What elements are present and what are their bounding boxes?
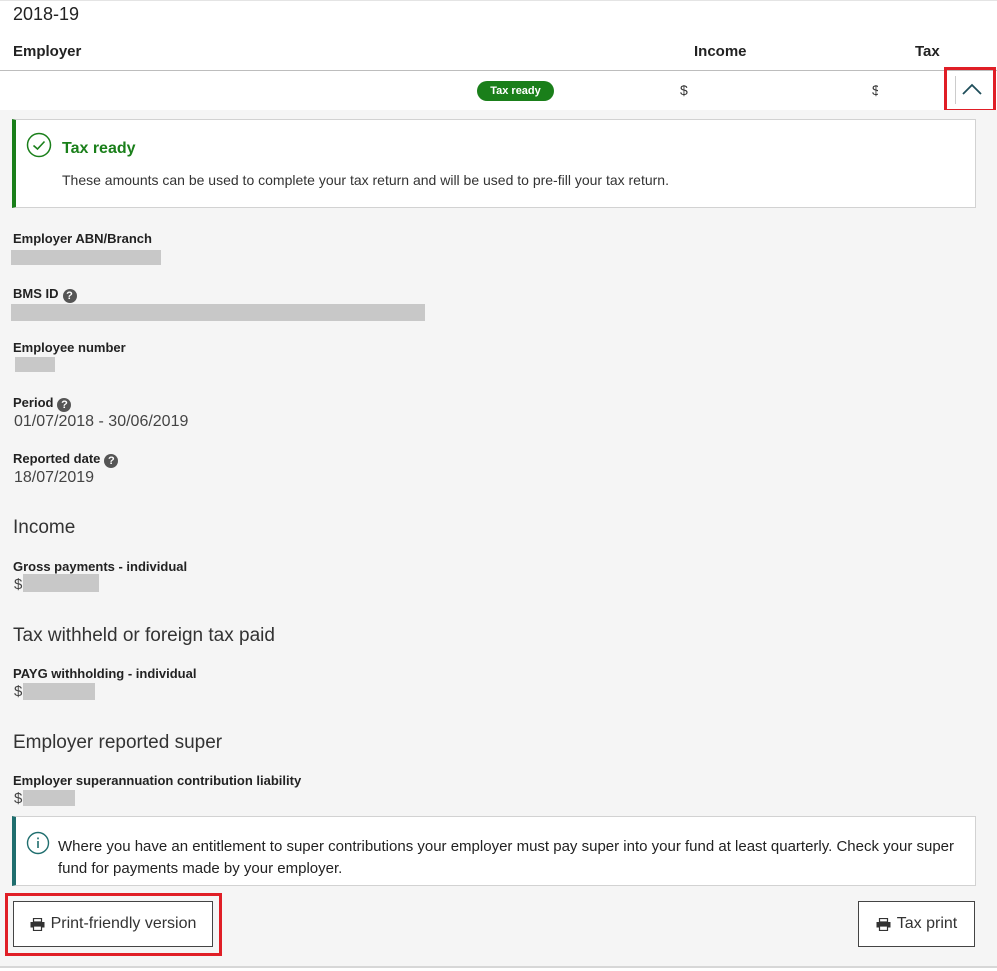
collapse-toggle-button[interactable] [955, 76, 985, 104]
employer-super-heading: Employer reported super [13, 732, 223, 753]
super-liability-value: $ [14, 790, 23, 807]
super-info-alert: Where you have an entitlement to super c… [12, 816, 976, 886]
gross-payments-redacted [23, 574, 99, 592]
employee-number-redacted [15, 357, 55, 372]
bms-id-label: BMS ID? [13, 286, 77, 303]
payg-withholding-value: $ [14, 683, 23, 700]
print-friendly-label: Print-friendly version [50, 915, 197, 932]
bms-id-redacted [11, 304, 425, 321]
status-badge: Tax ready [477, 81, 554, 101]
gross-payments-label: Gross payments - individual [13, 559, 188, 574]
toggle-highlight [944, 67, 996, 112]
tax-withheld-heading: Tax withheld or foreign tax paid [13, 625, 275, 646]
financial-year-title: 2018-19 [13, 4, 80, 24]
alert-title: Tax ready [62, 140, 136, 157]
alert-text: These amounts can be used to complete yo… [62, 172, 669, 188]
column-header-income: Income [694, 43, 747, 60]
printer-icon [30, 917, 45, 931]
question-icon[interactable]: ? [104, 454, 119, 468]
printer-icon [876, 917, 891, 931]
column-header-tax: Tax [915, 43, 940, 60]
reported-date-label: Reported date? [13, 451, 119, 468]
tax-ready-alert: Tax ready These amounts can be used to c… [12, 119, 976, 208]
tax-print-button[interactable]: Tax print [858, 901, 975, 947]
payg-withholding-redacted [23, 683, 95, 700]
info-alert-text: Where you have an entitlement to super c… [58, 838, 955, 877]
chevron-up-icon [962, 83, 982, 95]
top-divider [0, 0, 997, 1]
payg-withholding-label: PAYG withholding - individual [13, 666, 197, 681]
tax-value: $ [872, 82, 878, 98]
gross-payments-value: $ [14, 576, 23, 593]
employer-abn-redacted [11, 250, 161, 265]
column-header-employer: Employer [13, 43, 82, 60]
super-liability-label: Employer superannuation contribution lia… [13, 773, 302, 788]
reported-date-value: 18/07/2019 [14, 469, 95, 486]
super-liability-redacted [23, 790, 75, 806]
income-value: $ [680, 82, 688, 98]
question-icon[interactable]: ? [62, 289, 77, 303]
employer-abn-label: Employer ABN/Branch [13, 231, 152, 246]
income-heading: Income [13, 517, 76, 538]
check-circle-icon [26, 132, 52, 158]
employee-number-label: Employee number [13, 340, 126, 355]
period-value: 01/07/2018 - 30/06/2019 [14, 413, 189, 430]
question-icon[interactable]: ? [57, 398, 72, 412]
tax-print-label: Tax print [896, 915, 958, 932]
print-friendly-button[interactable]: Print-friendly version [13, 901, 213, 947]
period-label: Period? [13, 395, 72, 412]
bottom-divider [0, 966, 997, 968]
info-circle-icon [26, 831, 50, 855]
